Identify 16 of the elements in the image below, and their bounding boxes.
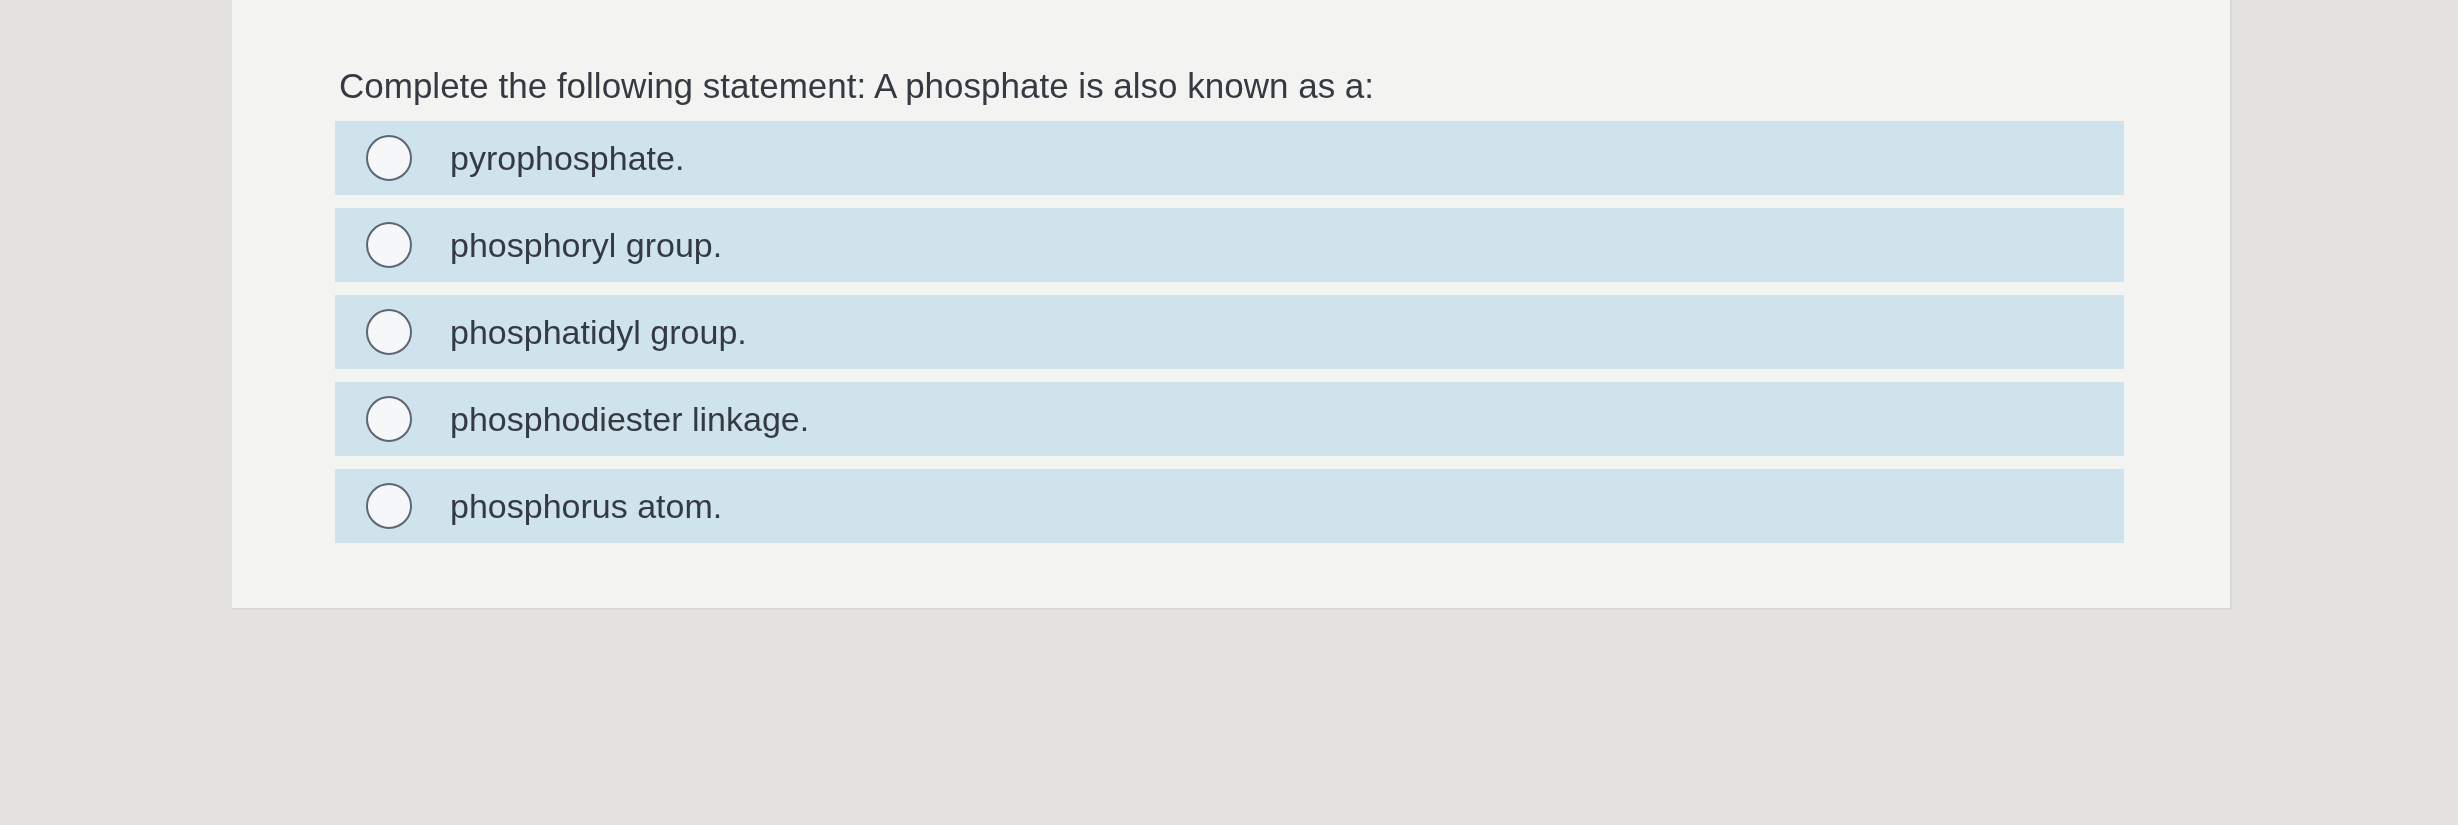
option-row[interactable]: phosphoryl group.: [335, 208, 2124, 282]
option-label: pyrophosphate.: [450, 137, 685, 179]
radio-button[interactable]: [366, 483, 412, 529]
radio-button[interactable]: [366, 309, 412, 355]
radio-button[interactable]: [366, 396, 412, 442]
radio-button[interactable]: [366, 222, 412, 268]
radio-button[interactable]: [366, 135, 412, 181]
option-label: phosphoryl group.: [450, 224, 723, 266]
question-text: Complete the following statement: A phosphate is also known as a:: [339, 65, 1375, 107]
option-row[interactable]: phosphatidyl group.: [335, 295, 2124, 369]
option-label: phosphodiester linkage.: [450, 398, 810, 440]
option-row[interactable]: phosphorus atom.: [335, 469, 2124, 543]
option-label: phosphorus atom.: [450, 485, 723, 527]
option-label: phosphatidyl group.: [450, 311, 747, 353]
option-row[interactable]: pyrophosphate.: [335, 121, 2124, 195]
option-row[interactable]: phosphodiester linkage.: [335, 382, 2124, 456]
